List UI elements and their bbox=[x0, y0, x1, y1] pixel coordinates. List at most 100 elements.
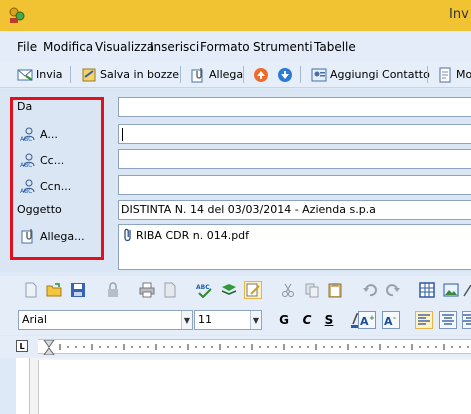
highlight-frame bbox=[10, 97, 104, 260]
save-draft-label: Salva in bozze bbox=[100, 68, 180, 81]
font-family-value: Arial bbox=[22, 313, 47, 326]
print-button[interactable] bbox=[138, 281, 156, 299]
edit-mode-button[interactable] bbox=[244, 281, 262, 299]
from-field[interactable] bbox=[118, 97, 471, 117]
toolbar-separator bbox=[300, 66, 301, 83]
horizontal-ruler[interactable] bbox=[38, 339, 471, 356]
font-toolbar: Arial ▼ 11 ▼ G C S A + A- bbox=[0, 306, 471, 335]
font-size-select[interactable]: 11 ▼ bbox=[194, 310, 262, 330]
italic-label: C bbox=[302, 313, 312, 327]
new-document-icon bbox=[25, 282, 37, 298]
cut-button[interactable] bbox=[279, 281, 297, 299]
redo-button[interactable] bbox=[384, 281, 402, 299]
italic-button[interactable]: C bbox=[297, 311, 317, 329]
menu-file[interactable]: File bbox=[17, 40, 37, 54]
send-button[interactable]: Invia bbox=[15, 64, 65, 85]
lock-button[interactable] bbox=[104, 281, 122, 299]
window-title: Inv bbox=[449, 7, 469, 22]
underline-label: S bbox=[324, 313, 334, 327]
save-draft-button[interactable]: Salva in bozze bbox=[79, 64, 181, 85]
lock-icon bbox=[108, 282, 118, 297]
add-contact-button[interactable]: Aggiungi Contatto bbox=[309, 64, 432, 85]
subject-field[interactable]: DISTINTA N. 14 del 03/03/2014 - Azienda … bbox=[118, 200, 471, 220]
copy-icon bbox=[305, 283, 319, 298]
add-contact-label: Aggiungi Contatto bbox=[330, 68, 430, 81]
save-button[interactable] bbox=[69, 281, 87, 299]
grow-font-button[interactable]: A + bbox=[358, 311, 376, 329]
thesaurus-button[interactable] bbox=[220, 281, 238, 299]
vertical-ruler bbox=[16, 358, 30, 414]
redo-icon bbox=[386, 284, 400, 297]
attachment-item[interactable]: RIBA CDR n. 014.pdf bbox=[122, 227, 249, 243]
shrink-font-button[interactable]: A- bbox=[382, 311, 400, 329]
font-family-select[interactable]: Arial ▼ bbox=[18, 310, 193, 330]
insert-table-button[interactable] bbox=[418, 281, 436, 299]
bold-button[interactable]: G bbox=[274, 311, 294, 329]
chevron-down-icon[interactable]: ▼ bbox=[181, 311, 192, 329]
add-contact-icon bbox=[311, 68, 327, 81]
copy-button[interactable] bbox=[303, 281, 321, 299]
menu-formato[interactable]: Formato bbox=[200, 40, 250, 54]
menu-strumenti[interactable]: Strumenti bbox=[253, 40, 313, 54]
svg-text:ABC: ABC bbox=[196, 284, 210, 291]
arrow-down-icon bbox=[278, 67, 292, 82]
svg-text:+: + bbox=[369, 314, 375, 322]
align-right-button[interactable] bbox=[462, 311, 471, 329]
tab-stop-label: L bbox=[19, 341, 25, 351]
align-center-icon bbox=[442, 314, 454, 325]
send-icon bbox=[17, 69, 33, 81]
toolbar-separator bbox=[243, 66, 244, 83]
new-document-button[interactable] bbox=[22, 281, 40, 299]
bold-label: G bbox=[279, 313, 289, 327]
cc-field[interactable] bbox=[118, 149, 471, 169]
shrink-font-icon: A- bbox=[384, 314, 396, 327]
save-draft-icon bbox=[82, 68, 96, 81]
bcc-field[interactable] bbox=[118, 175, 471, 195]
paste-button[interactable] bbox=[326, 281, 344, 299]
open-button[interactable] bbox=[45, 281, 63, 299]
arrow-up-icon bbox=[254, 67, 268, 82]
tab-stop-selector[interactable]: L bbox=[16, 340, 28, 352]
menu-modifica[interactable]: Modifica bbox=[43, 40, 93, 54]
toolbar-separator bbox=[70, 66, 71, 83]
open-folder-icon bbox=[46, 283, 62, 297]
attach-icon bbox=[191, 67, 203, 82]
send-label: Invia bbox=[36, 68, 63, 81]
floppy-icon bbox=[71, 283, 85, 297]
scissors-icon bbox=[282, 283, 294, 297]
undo-button[interactable] bbox=[361, 281, 379, 299]
align-left-button[interactable] bbox=[415, 311, 433, 329]
spellcheck-icon: ABC bbox=[196, 284, 212, 298]
table-icon bbox=[419, 282, 435, 298]
main-toolbar: Invia Salva in bozze Allega Aggiungi Con… bbox=[0, 61, 471, 88]
paperclip-icon bbox=[124, 228, 131, 242]
attach-button[interactable]: Allega bbox=[188, 64, 245, 85]
menu-tabelle[interactable]: Tabelle bbox=[314, 40, 356, 54]
line-tool-button[interactable] bbox=[463, 281, 471, 299]
ruler-ticks bbox=[43, 339, 469, 356]
clipboard-icon bbox=[328, 283, 342, 298]
to-field[interactable] bbox=[118, 124, 471, 144]
toolbar-separator bbox=[180, 66, 181, 83]
chevron-down-icon[interactable]: ▼ bbox=[250, 311, 261, 329]
menu-inserisci[interactable]: Inserisci bbox=[150, 40, 199, 54]
align-center-button[interactable] bbox=[439, 311, 457, 329]
app-logo-icon[interactable] bbox=[8, 6, 26, 24]
menu-visualizza[interactable]: Visualizza bbox=[95, 40, 154, 54]
spellcheck-button[interactable]: ABC bbox=[196, 281, 214, 299]
priority-low-button[interactable] bbox=[275, 64, 295, 85]
svg-text:-: - bbox=[393, 314, 396, 322]
image-icon bbox=[443, 283, 459, 297]
insert-image-button[interactable] bbox=[442, 281, 460, 299]
more-button[interactable]: Mo bbox=[435, 64, 471, 85]
printer-icon bbox=[139, 282, 155, 298]
print-preview-button[interactable] bbox=[161, 281, 179, 299]
svg-text:A: A bbox=[384, 315, 393, 327]
align-right-icon bbox=[463, 314, 471, 325]
print-preview-icon bbox=[164, 282, 176, 298]
menu-bar: File Modifica Visualizza Inserisci Forma… bbox=[0, 31, 471, 61]
undo-icon bbox=[363, 284, 377, 297]
message-body-editor[interactable] bbox=[38, 360, 471, 414]
underline-button[interactable]: S bbox=[319, 311, 339, 329]
priority-high-button[interactable] bbox=[251, 64, 271, 85]
